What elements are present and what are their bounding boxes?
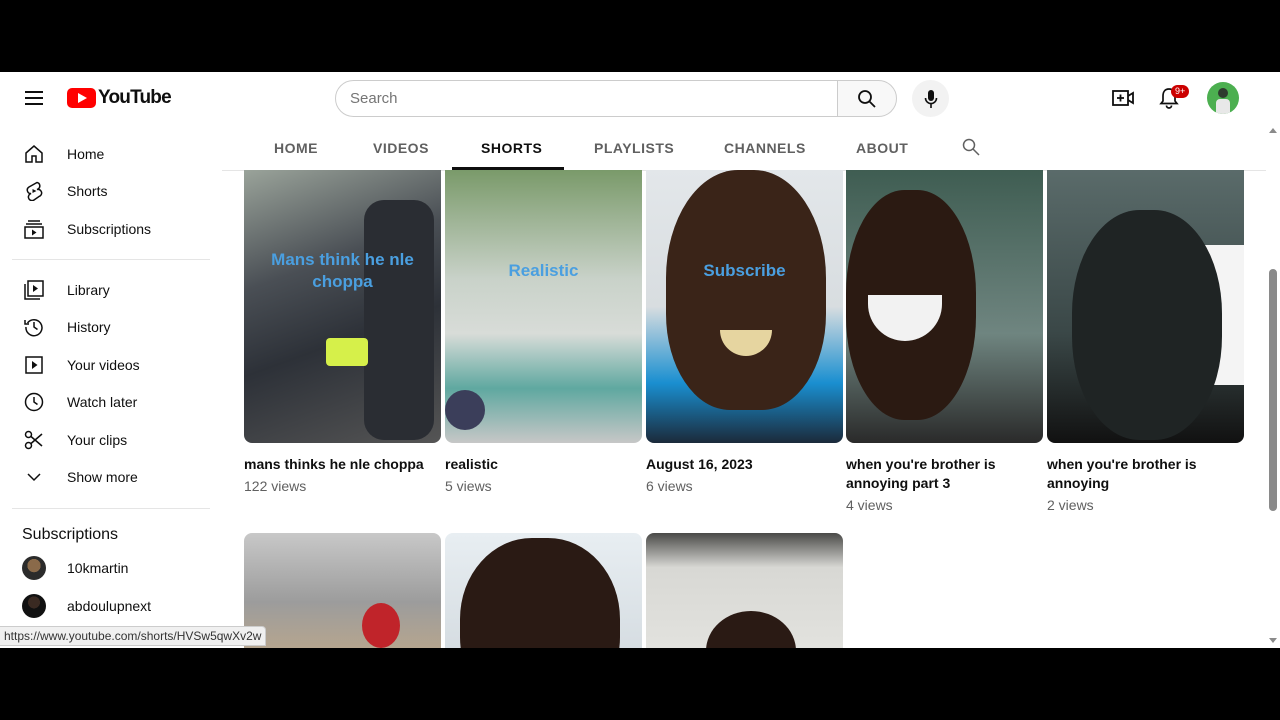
logo-text: YouTube bbox=[98, 87, 172, 108]
scissors-icon bbox=[24, 430, 43, 450]
chevron-down-icon bbox=[27, 473, 41, 482]
subscription-item-10kmartin[interactable]: 10kmartin bbox=[12, 550, 212, 586]
sidebar-item-label: Shorts bbox=[67, 183, 108, 199]
sidebar-item-watch-later[interactable]: Watch later bbox=[12, 384, 212, 420]
sidebar-divider bbox=[12, 508, 210, 509]
youtube-play-icon bbox=[67, 88, 96, 108]
scroll-up-arrow-icon[interactable] bbox=[1269, 128, 1277, 133]
short-views: 122 views bbox=[244, 478, 307, 494]
sidebar-item-subscriptions[interactable]: Subscriptions bbox=[12, 211, 212, 247]
short-thumbnail[interactable] bbox=[445, 533, 642, 648]
subscription-label: abdoulupnext bbox=[67, 598, 152, 614]
sidebar-divider bbox=[12, 259, 210, 260]
search-icon bbox=[858, 89, 876, 108]
thumbnail-overlay-text: Mans think he nle choppa bbox=[271, 250, 414, 291]
short-thumbnail[interactable] bbox=[244, 533, 441, 648]
channel-search-icon[interactable] bbox=[962, 138, 980, 156]
account-avatar[interactable] bbox=[1207, 82, 1239, 114]
short-views: 6 views bbox=[646, 478, 693, 494]
search-box bbox=[335, 80, 838, 117]
tab-about[interactable]: ABOUT bbox=[856, 140, 908, 156]
short-thumbnail[interactable]: Mans think he nle choppa bbox=[244, 170, 441, 443]
sidebar-item-label: History bbox=[67, 319, 111, 335]
notification-badge: 9+ bbox=[1171, 85, 1190, 98]
your-videos-icon bbox=[25, 356, 43, 374]
microphone-icon bbox=[924, 89, 937, 108]
subscriptions-icon bbox=[24, 220, 44, 239]
short-title[interactable]: realistic bbox=[445, 455, 635, 474]
thumbnail-overlay-text: Subscribe bbox=[703, 261, 786, 280]
shorts-icon bbox=[26, 181, 43, 201]
short-thumbnail[interactable]: Realistic bbox=[445, 170, 642, 443]
tab-shorts[interactable]: SHORTS bbox=[481, 140, 542, 156]
library-icon bbox=[24, 280, 44, 300]
tab-playlists[interactable]: PLAYLISTS bbox=[594, 140, 674, 156]
short-title[interactable]: August 16, 2023 bbox=[646, 455, 836, 474]
sidebar-item-label: Your clips bbox=[67, 432, 128, 448]
short-thumbnail[interactable] bbox=[846, 170, 1043, 443]
channel-avatar bbox=[22, 556, 46, 580]
sidebar-item-label: Your videos bbox=[67, 357, 140, 373]
sidebar-item-label: Home bbox=[67, 146, 105, 162]
sidebar-item-show-more[interactable]: Show more bbox=[12, 459, 212, 495]
short-thumbnail[interactable] bbox=[646, 533, 843, 648]
sidebar: Home Shorts Subscriptions Library Histor… bbox=[0, 124, 222, 648]
youtube-logo[interactable]: YouTube bbox=[67, 87, 172, 109]
home-icon bbox=[25, 145, 43, 163]
sidebar-item-label: Watch later bbox=[67, 394, 138, 410]
short-title[interactable]: when you're brother is annoying part 3 bbox=[846, 455, 1016, 493]
short-views: 4 views bbox=[846, 497, 893, 513]
search-button[interactable] bbox=[837, 80, 897, 117]
status-bar-url: https://www.youtube.com/shorts/HVSw5qwXv… bbox=[0, 626, 267, 646]
subscription-label: 10kmartin bbox=[67, 560, 129, 576]
sidebar-item-library[interactable]: Library bbox=[12, 272, 212, 308]
short-thumbnail[interactable]: Subscribe bbox=[646, 170, 843, 443]
thumbnail-overlay-text: Realistic bbox=[508, 261, 579, 280]
sidebar-item-your-videos[interactable]: Your videos bbox=[12, 347, 212, 383]
short-views: 5 views bbox=[445, 478, 492, 494]
youtube-window: YouTube Search 9+ Home Shorts Subscripti… bbox=[0, 72, 1280, 648]
sidebar-item-shorts[interactable]: Shorts bbox=[12, 173, 212, 209]
sidebar-item-label: Subscriptions bbox=[67, 221, 152, 237]
scrollbar-thumb[interactable] bbox=[1269, 269, 1277, 511]
history-icon bbox=[24, 318, 43, 337]
create-video-icon bbox=[1112, 90, 1134, 106]
short-views: 2 views bbox=[1047, 497, 1094, 513]
scroll-down-arrow-icon[interactable] bbox=[1269, 638, 1277, 643]
sidebar-item-label: Show more bbox=[67, 469, 138, 485]
subscriptions-heading: Subscriptions bbox=[22, 526, 119, 543]
sidebar-item-history[interactable]: History bbox=[12, 309, 212, 345]
short-thumbnail[interactable] bbox=[1047, 170, 1244, 443]
sidebar-item-label: Library bbox=[67, 282, 110, 298]
tab-home[interactable]: HOME bbox=[274, 140, 318, 156]
channel-avatar bbox=[22, 594, 46, 618]
short-title[interactable]: mans thinks he nle choppa bbox=[244, 455, 434, 474]
sidebar-item-home[interactable]: Home bbox=[12, 136, 212, 172]
voice-search-button[interactable] bbox=[912, 80, 949, 117]
short-title[interactable]: when you're brother is annoying bbox=[1047, 455, 1217, 493]
search-input[interactable] bbox=[350, 90, 837, 107]
tab-videos[interactable]: VIDEOS bbox=[373, 140, 429, 156]
sidebar-item-your-clips[interactable]: Your clips bbox=[12, 422, 212, 458]
watch-later-icon bbox=[24, 392, 44, 412]
menu-icon[interactable] bbox=[22, 86, 46, 110]
masthead: YouTube Search 9+ bbox=[0, 72, 1280, 124]
create-button[interactable] bbox=[1110, 85, 1136, 111]
subscription-item-abdoulupnext[interactable]: abdoulupnext bbox=[12, 588, 212, 624]
tab-channels[interactable]: CHANNELS bbox=[724, 140, 806, 156]
